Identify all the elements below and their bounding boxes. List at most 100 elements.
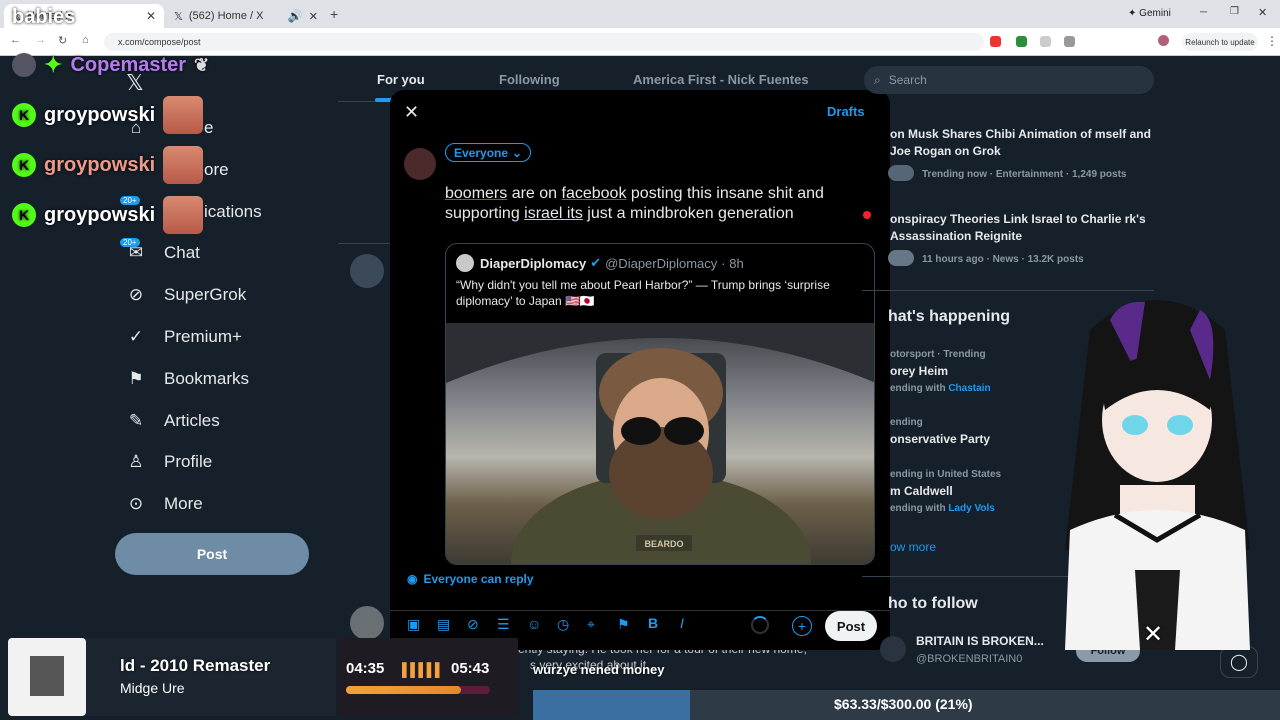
verified-icon: ✔ [590,255,602,270]
trend-with-link[interactable]: Lady Vols [948,503,995,514]
new-tab-icon[interactable]: + [330,6,338,22]
overlay-corner-text: babies [12,6,76,28]
quote-author-name: DiaperDiplomacy [480,255,587,271]
image-icon[interactable]: ▣ [407,616,420,633]
italic-icon[interactable]: I [680,615,684,631]
relaunch-button[interactable]: Relaunch to update [1182,33,1258,51]
chat-badge: 20+ [120,238,140,247]
avatar [12,53,36,77]
gif-icon[interactable]: ▤ [437,616,450,633]
compose-textarea[interactable]: boomers are on facebook posting this ins… [445,184,865,224]
browser-tab[interactable]: 𝕏 (562) Home / X 🔊 ✕ [166,4,326,28]
reload-icon[interactable]: ↻ [58,34,67,47]
compose-text-segment: israel its [524,205,583,222]
post-button[interactable]: Post [825,611,877,641]
back-icon[interactable]: ← [10,34,21,46]
sidebar-item-more[interactable]: ⊙ More [126,494,203,514]
notification-badge: 20+ [120,196,140,205]
bold-icon[interactable]: B [648,615,658,631]
more-icon: ⊙ [128,494,144,513]
x-logo-icon: 𝕏 [174,10,183,23]
tab-list[interactable]: America First - Nick Fuentes [633,72,809,87]
sidebar-item-supergrok[interactable]: ⊘ SuperGrok [126,285,246,305]
news-item[interactable]: onspiracy Theories Link Israel to Charli… [890,211,1152,268]
home-browser-icon[interactable]: ⌂ [82,34,89,46]
sidebar-item-label: More [164,494,203,513]
trend-with-link[interactable]: Chastain [948,383,990,394]
sidebar-item-label: Articles [164,411,220,430]
emote-face-icon [163,96,204,134]
sidebar-post-button[interactable]: Post [115,533,309,575]
gemini-label: Gemini [1139,8,1171,19]
sidebar-item-premium[interactable]: ✓ Premium+ [126,327,242,347]
follow-suggestion-name[interactable]: BRITAIN IS BROKEN... [916,634,1044,648]
maximize-icon[interactable]: ❐ [1230,6,1239,17]
title-panel [86,638,336,716]
sidebar-item-label: ications [204,202,262,221]
extension-icon[interactable] [990,36,1001,47]
avatar[interactable] [350,254,384,288]
sidebar-item-profile[interactable]: ♙ Profile [126,452,212,472]
browser-tab-strip: 𝕏 Home / X ✕ 𝕏 (562) Home / X 🔊 ✕ + ✦ Ge… [0,0,1280,28]
audio-icon[interactable]: 🔊 [288,9,303,23]
close-icon[interactable]: ✕ [404,102,419,123]
recording-dot-icon [863,211,871,219]
bookmark-icon: ⚑ [128,369,144,388]
news-item[interactable]: on Musk Shares Chibi Animation of mself … [890,126,1152,183]
reply-setting-button[interactable]: ◉ Everyone can reply [407,572,534,586]
emoji-icon[interactable]: ☺ [527,616,541,632]
avatar [404,148,436,180]
drafts-button[interactable]: Drafts [827,104,865,119]
poll-icon[interactable]: ☰ [497,616,510,633]
time-panel [338,638,518,716]
close-tab-icon[interactable]: ✕ [309,10,318,23]
forward-icon[interactable]: → [35,34,46,46]
schedule-icon[interactable]: ◷ [557,616,569,633]
quote-image[interactable]: BEARDO [446,323,874,564]
avatar-stack [888,250,914,266]
quoted-post[interactable]: DiaperDiplomacy ✔ @DiaperDiplomacy · 8h … [445,243,875,565]
sparkle-icon: ✦ [44,52,63,77]
url-text: x.com/compose/post [118,37,201,47]
close-tab-icon[interactable]: ✕ [146,9,156,23]
news-title: on Musk Shares Chibi Animation of mself … [890,127,1151,158]
extensions-puzzle-icon[interactable] [1064,36,1075,47]
tab-following[interactable]: Following [499,72,560,87]
post-button-label: Post [196,546,228,562]
chat-bubble-icon: ◯ [1230,654,1248,671]
compose-text-segment: are on [507,185,562,202]
audience-selector[interactable]: Everyone ⌄ [445,143,532,162]
avatar [456,254,474,272]
flag-icon[interactable]: ⚑ [617,616,630,633]
trend-with-prefix: ending with [890,503,949,514]
kick-badge-icon: K [12,153,36,177]
sidebar-item-bookmarks[interactable]: ⚑ Bookmarks [126,369,249,389]
progress-fill [346,686,461,694]
close-overlay-icon: ✕ [1143,621,1164,648]
close-window-icon[interactable]: ✕ [1258,6,1267,19]
location-icon[interactable]: ⌖ [587,616,595,633]
extension-icon[interactable] [1016,36,1027,47]
grok-icon[interactable]: ⊘ [467,616,479,633]
sidebar-item-articles[interactable]: ✎ Articles [126,411,220,431]
extension-icon[interactable] [1040,36,1051,47]
sidebar-item-label: ore [204,160,229,179]
add-post-icon[interactable]: + [792,616,812,636]
news-meta: 11 hours ago · News · 13.2K posts [922,254,1084,265]
kick-badge-icon: K [12,203,36,227]
avatar[interactable] [350,606,384,640]
tab-for-you[interactable]: For you [377,72,425,87]
tab-title: (562) Home / X [188,10,264,22]
compose-text-segment: facebook [561,185,627,202]
emote-face-icon [163,146,204,184]
minimize-icon[interactable]: ─ [1200,7,1207,18]
avatar[interactable] [880,636,906,662]
show-more-link[interactable]: ow more [890,540,936,554]
search-icon: ⌕ [874,72,881,87]
search-input[interactable]: ⌕ Search [864,66,1154,94]
kebab-menu-icon[interactable]: ⋮ [1266,34,1278,48]
messages-drawer-button[interactable]: ◯ [1220,646,1258,678]
url-bar[interactable]: x.com/compose/post [104,33,984,51]
profile-avatar-icon[interactable] [1158,35,1169,46]
gemini-button[interactable]: ✦ Gemini [1128,8,1171,19]
